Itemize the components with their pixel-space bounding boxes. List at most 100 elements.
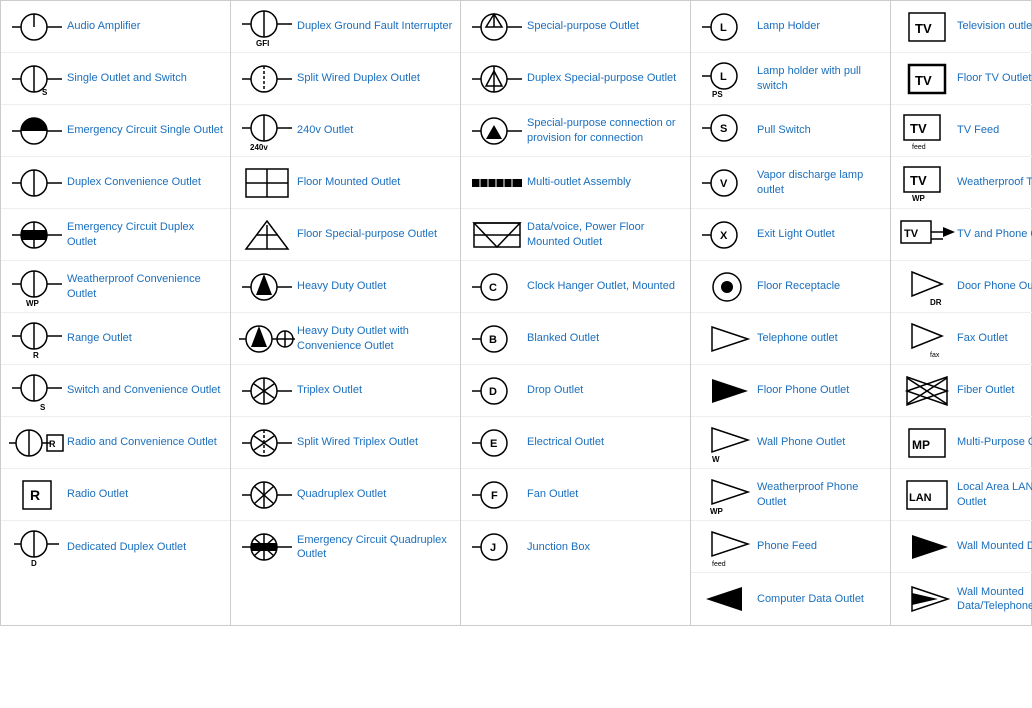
svg-text:240v: 240v [250, 143, 268, 152]
label-data-voice-power: Data/voice, Power Floor Mounted Outlet [527, 220, 684, 249]
label-range-outlet: Range Outlet [67, 331, 224, 345]
item-weatherproof-tv: TV WP Weatherproof TV Outlet [891, 157, 1032, 209]
sym-emergency-quadruplex [237, 529, 297, 565]
sym-heavy-duty [237, 269, 297, 305]
sym-lan-outlet: LAN [897, 477, 957, 513]
sym-240v: 240v [237, 111, 297, 151]
item-computer-data: Computer Data Outlet [691, 573, 890, 625]
col-3: Special-purpose Outlet Duplex Special-pu… [461, 1, 691, 625]
sym-floor-receptacle [697, 269, 757, 305]
sym-weatherproof-tv: TV WP [897, 163, 957, 203]
svg-text:feed: feed [712, 561, 726, 568]
item-exit-light: X Exit Light Outlet [691, 209, 890, 261]
sym-lamp-holder: L [697, 9, 757, 45]
sym-phone-feed: feed [697, 527, 757, 567]
label-door-phone: Door Phone Outlet [957, 279, 1032, 293]
sym-dedicated-duplex: D [7, 527, 67, 567]
sym-tv-feed: TV feed [897, 111, 957, 151]
sym-exit-light: X [697, 217, 757, 253]
svg-text:E: E [490, 438, 497, 450]
item-floor-phone: Floor Phone Outlet [691, 365, 890, 417]
item-duplex-special-purpose: Duplex Special-purpose Outlet [461, 53, 690, 105]
item-data-voice-power: Data/voice, Power Floor Mounted Outlet [461, 209, 690, 261]
item-duplex-gfi: GFI Duplex Ground Fault Interrupter [231, 1, 460, 53]
sym-duplex-special-purpose [467, 61, 527, 97]
item-vapor-discharge: V Vapor discharge lamp outlet [691, 157, 890, 209]
label-240v: 240v Outlet [297, 123, 454, 137]
label-wall-phone: Wall Phone Outlet [757, 435, 884, 449]
svg-text:R: R [49, 439, 56, 449]
svg-text:C: C [489, 282, 497, 294]
sym-telephone-outlet [697, 321, 757, 357]
item-split-wired-triplex: Split Wired Triplex Outlet [231, 417, 460, 469]
label-audio-amp: Audio Amplifier [67, 19, 224, 33]
sym-emergency-single [7, 113, 67, 149]
svg-text:L: L [720, 71, 727, 83]
label-fan-outlet: Fan Outlet [527, 487, 684, 501]
sym-computer-data [697, 581, 757, 617]
item-weatherproof-phone: WP Weatherproof Phone Outlet [691, 469, 890, 521]
svg-text:W: W [712, 455, 720, 464]
label-wall-mounted-data: Wall Mounted Data Outlet [957, 539, 1032, 553]
item-junction-box: J Junction Box [461, 521, 690, 573]
sym-heavy-duty-convenience [237, 321, 297, 357]
label-heavy-duty: Heavy Duty Outlet [297, 279, 454, 293]
sym-switch-convenience: S [7, 371, 67, 411]
item-drop-outlet: D Drop Outlet [461, 365, 690, 417]
svg-text:fax: fax [930, 352, 940, 359]
svg-text:D: D [31, 559, 37, 568]
label-triplex: Triplex Outlet [297, 383, 454, 397]
svg-text:GFI: GFI [256, 39, 269, 48]
label-television-outlet: Television outlet [957, 19, 1032, 33]
item-emergency-single: Emergency Circuit Single Outlet [1, 105, 230, 157]
label-telephone-outlet: Telephone outlet [757, 331, 884, 345]
item-radio-convenience: R Radio and Convenience Outlet [1, 417, 230, 469]
item-telephone-outlet: Telephone outlet [691, 313, 890, 365]
sym-wall-mounted-data-tel [897, 581, 957, 617]
sym-pull-switch: S [697, 111, 757, 151]
item-clock-hanger: C Clock Hanger Outlet, Mounted [461, 261, 690, 313]
sym-single-outlet-switch: S [7, 61, 67, 97]
item-multi-purpose: MP Multi-Purpose Outlet [891, 417, 1032, 469]
item-fiber-outlet: Fiber Outlet [891, 365, 1032, 417]
sym-split-wired-duplex [237, 61, 297, 97]
sym-door-phone: DR [897, 267, 957, 307]
sym-triplex [237, 373, 297, 409]
svg-text:feed: feed [912, 144, 926, 151]
svg-text:J: J [490, 542, 496, 554]
sym-radio-convenience: R [7, 425, 67, 461]
item-split-wired-duplex: Split Wired Duplex Outlet [231, 53, 460, 105]
item-quadruplex: Quadruplex Outlet [231, 469, 460, 521]
item-switch-convenience: S Switch and Convenience Outlet [1, 365, 230, 417]
label-floor-special: Floor Special-purpose Outlet [297, 227, 454, 241]
label-emergency-single: Emergency Circuit Single Outlet [67, 123, 224, 137]
sym-drop-outlet: D [467, 373, 527, 409]
item-wall-mounted-data: Wall Mounted Data Outlet [891, 521, 1032, 573]
sym-weatherproof-phone: WP [697, 475, 757, 515]
label-weatherproof-convenience: Weatherproof Convenience Outlet [67, 272, 224, 301]
label-floor-receptacle: Floor Receptacle [757, 279, 884, 293]
item-heavy-duty: Heavy Duty Outlet [231, 261, 460, 313]
label-fiber-outlet: Fiber Outlet [957, 383, 1032, 397]
sym-special-connection [467, 113, 527, 149]
label-pull-switch: Pull Switch [757, 123, 884, 137]
label-tv-feed: TV Feed [957, 123, 1032, 137]
item-tv-phone: TV TV and Phone Outlet [891, 209, 1032, 261]
sym-quadruplex [237, 477, 297, 513]
label-switch-convenience: Switch and Convenience Outlet [67, 383, 224, 397]
sym-audio-amp [7, 9, 67, 45]
sym-split-wired-triplex [237, 425, 297, 461]
svg-text:TV: TV [910, 121, 927, 136]
sym-floor-tv: TV [897, 61, 957, 97]
svg-text:S: S [720, 123, 727, 135]
item-floor-mounted: Floor Mounted Outlet [231, 157, 460, 209]
sym-emergency-duplex [7, 217, 67, 253]
label-dedicated-duplex: Dedicated Duplex Outlet [67, 540, 224, 554]
sym-vapor-discharge: V [697, 165, 757, 201]
sym-floor-phone [697, 373, 757, 409]
sym-lamp-holder-pull: L PS [697, 59, 757, 99]
svg-text:WP: WP [26, 299, 40, 308]
label-multi-purpose: Multi-Purpose Outlet [957, 435, 1032, 449]
item-electrical-outlet: E Electrical Outlet [461, 417, 690, 469]
item-floor-special: Floor Special-purpose Outlet [231, 209, 460, 261]
